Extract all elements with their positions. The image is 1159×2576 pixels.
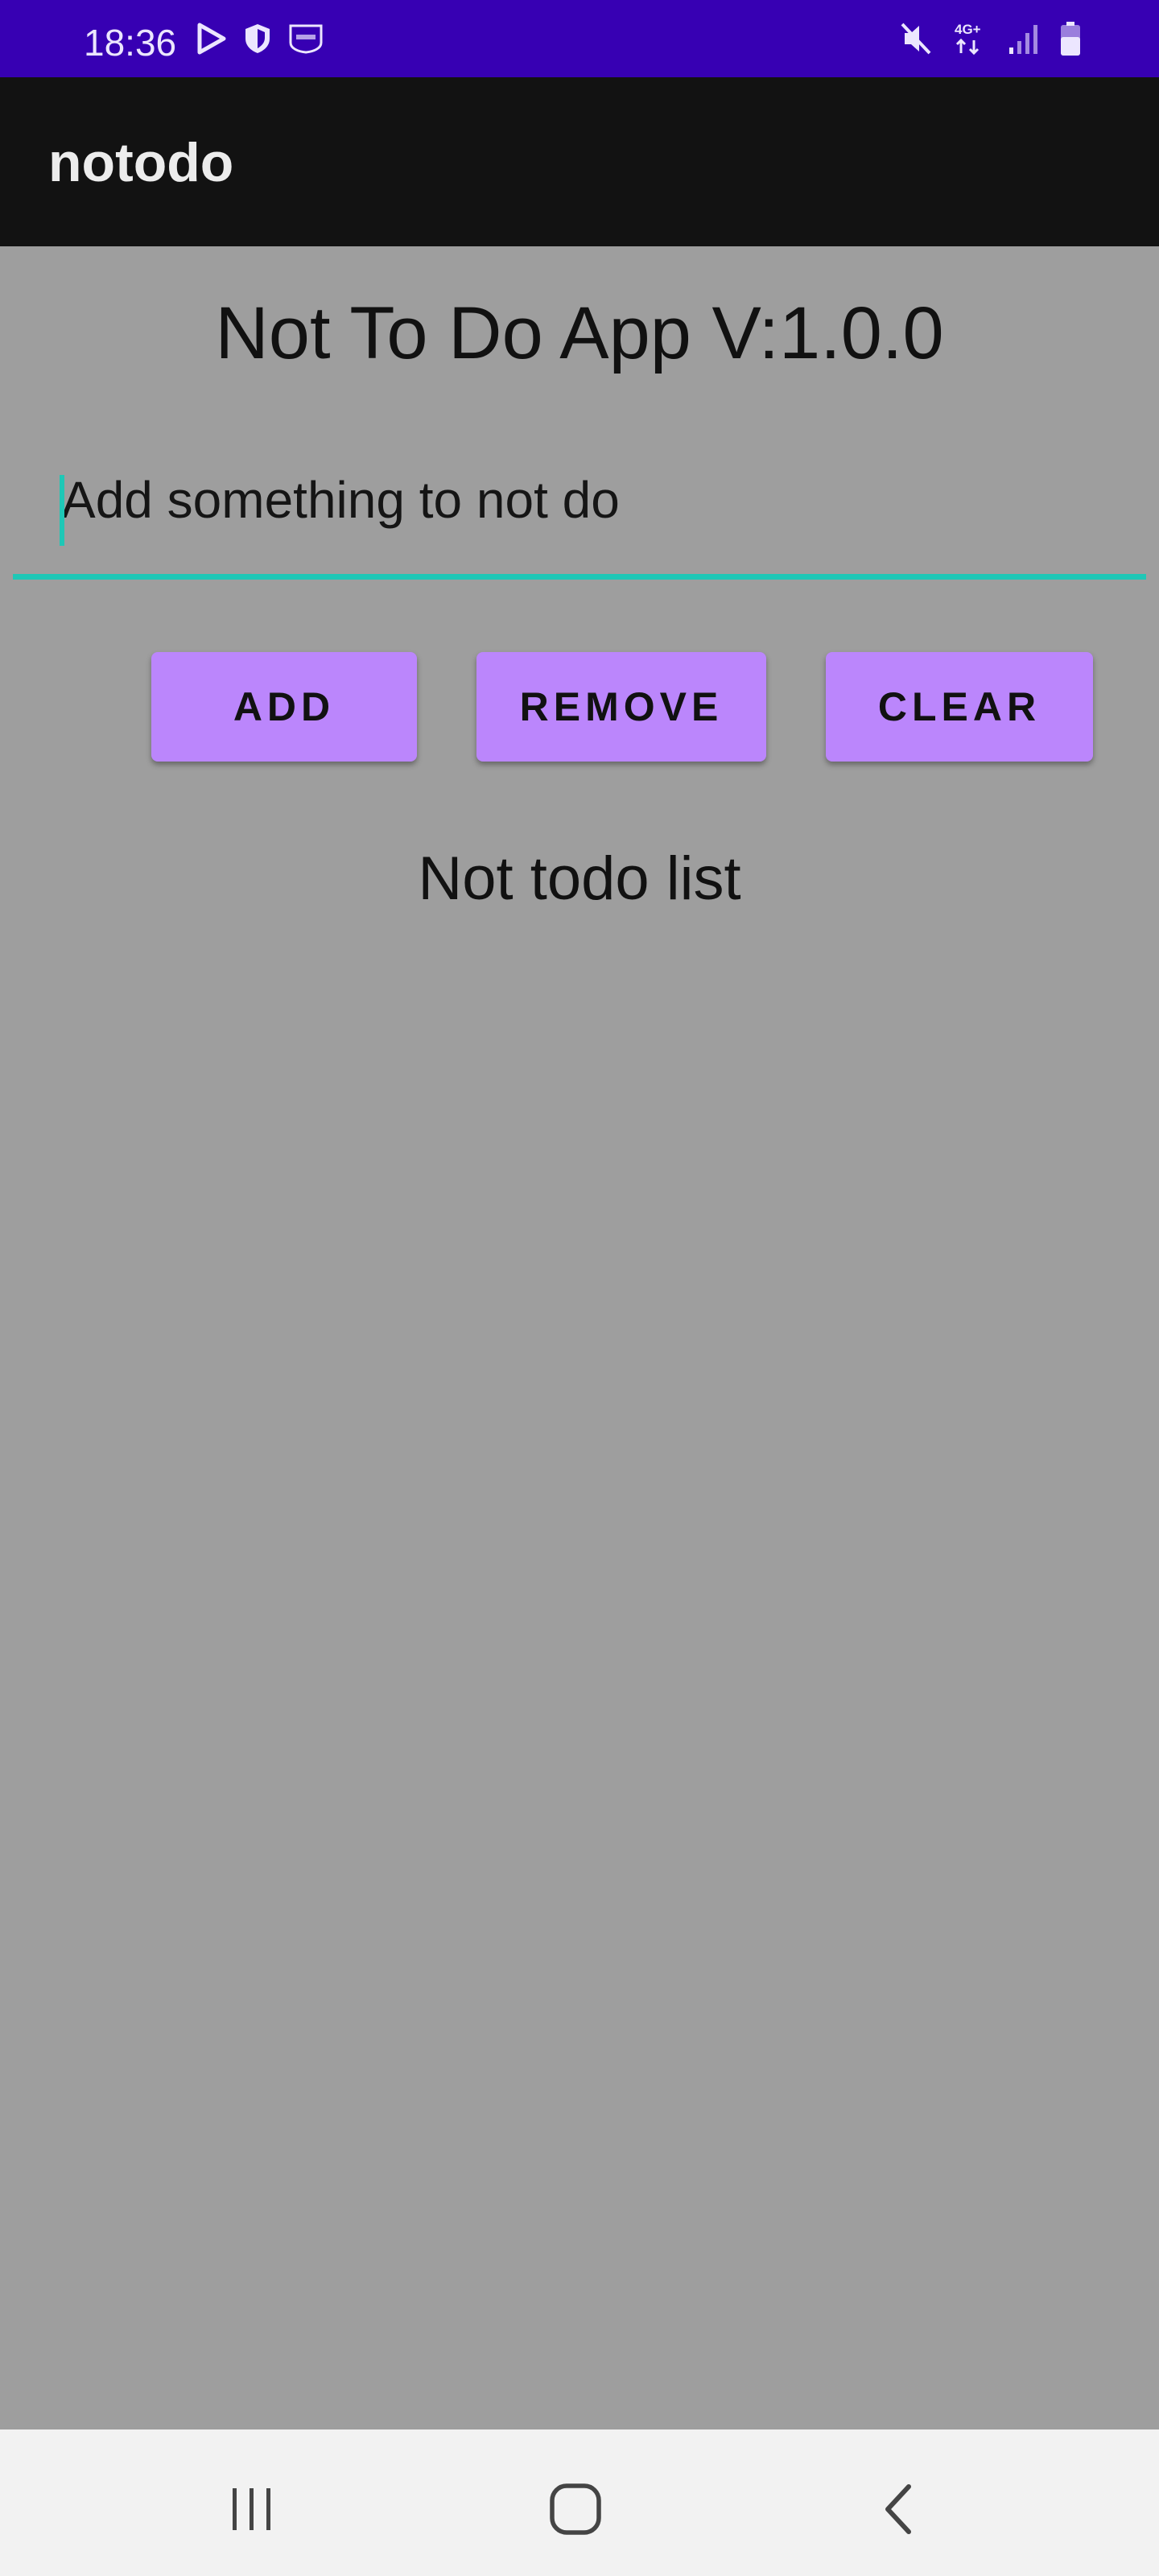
recents-icon (228, 2485, 276, 2537)
shield-icon (243, 23, 272, 55)
clear-button[interactable]: CLEAR (826, 652, 1093, 762)
main-content: Not To Do App V:1.0.0 ADD REMOVE CLEAR N… (0, 246, 1159, 2429)
not-todo-input[interactable] (13, 425, 1146, 580)
svg-text:4G+: 4G+ (955, 22, 981, 37)
remove-button[interactable]: REMOVE (476, 652, 766, 762)
recents-button[interactable] (208, 2475, 296, 2547)
signal-icon (1008, 22, 1038, 56)
back-icon (881, 2483, 917, 2539)
status-left-icons (196, 23, 324, 55)
home-icon (548, 2482, 603, 2541)
not-todo-list-title: Not todo list (418, 844, 741, 913)
home-button[interactable] (531, 2475, 620, 2547)
status-time: 18:36 (84, 22, 177, 64)
app-title: notodo (48, 132, 234, 193)
back-button[interactable] (855, 2475, 943, 2547)
navigation-bar (0, 2429, 1159, 2576)
status-bar: 18:36 4G+ (0, 0, 1159, 77)
text-cursor (60, 475, 64, 546)
not-todo-input-wrapper (13, 425, 1146, 580)
status-right-icons: 4G+ (900, 21, 1082, 56)
add-button[interactable]: ADD (151, 652, 417, 762)
play-store-icon (196, 23, 227, 55)
battery-icon (1059, 21, 1082, 56)
app-bar: notodo (0, 77, 1159, 246)
app-heading: Not To Do App V:1.0.0 (215, 292, 944, 374)
mute-icon (900, 22, 932, 56)
vpn-badge-icon (288, 23, 324, 54)
network-4g-icon: 4G+ (953, 21, 987, 56)
